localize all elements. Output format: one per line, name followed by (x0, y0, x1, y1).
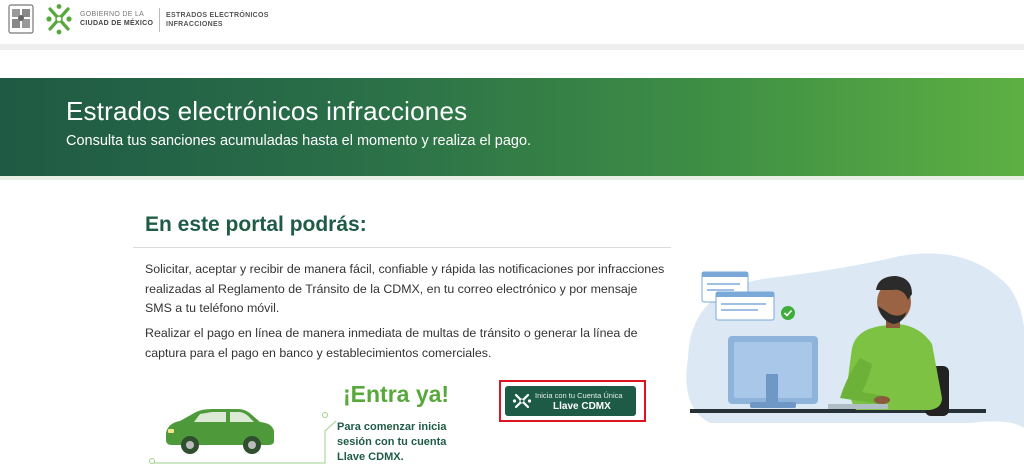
feature-notifications-text: Solicitar, aceptar y recibir de manera f… (145, 262, 665, 315)
gov-line1: GOBIERNO DE LA (80, 11, 145, 18)
coat-of-arms-icon (8, 4, 34, 34)
page-title: Estrados electrónicos infracciones (66, 96, 468, 126)
section-line2: INFRACCIONES (166, 21, 223, 28)
government-name: GOBIERNO DE LA CIUDAD DE MÉXICO (80, 10, 153, 28)
person-at-computer-illustration (686, 253, 1024, 428)
header-shadow (0, 44, 1024, 50)
section-line1: ESTRADOS ELECTRÓNICOS (166, 12, 269, 19)
feature-payment-text: Realizar el pago en línea de manera inme… (145, 326, 638, 360)
banner-divider (0, 176, 1024, 180)
cdmx-logo-icon[interactable] (44, 3, 74, 35)
gov-line2: CIUDAD DE MÉXICO (80, 20, 154, 27)
site-header: GOBIERNO DE LA CIUDAD DE MÉXICO ESTRADOS… (0, 0, 1024, 44)
cta-heading: ¡Entra ya! (343, 381, 450, 407)
llave-button-line1: Inicia con tu Cuenta Única (535, 391, 623, 400)
section-divider (133, 247, 671, 248)
header-divider (159, 8, 160, 32)
car-illustration (149, 409, 337, 464)
cta-instructions: Para comenzar inicia sesión con tu cuent… (337, 421, 447, 463)
site-section-name: ESTRADOS ELECTRÓNICOS INFRACCIONES (166, 11, 286, 29)
hero-banner (0, 78, 1024, 176)
section-title: En este portal podrás: (145, 213, 367, 236)
page-subtitle: Consulta tus sanciones acumuladas hasta … (66, 133, 532, 149)
llave-logo-icon (512, 393, 532, 409)
llave-button-line2: Llave CDMX (553, 401, 611, 412)
llave-cdmx-login-button[interactable]: Inicia con tu Cuenta Única Llave CDMX (505, 386, 636, 416)
